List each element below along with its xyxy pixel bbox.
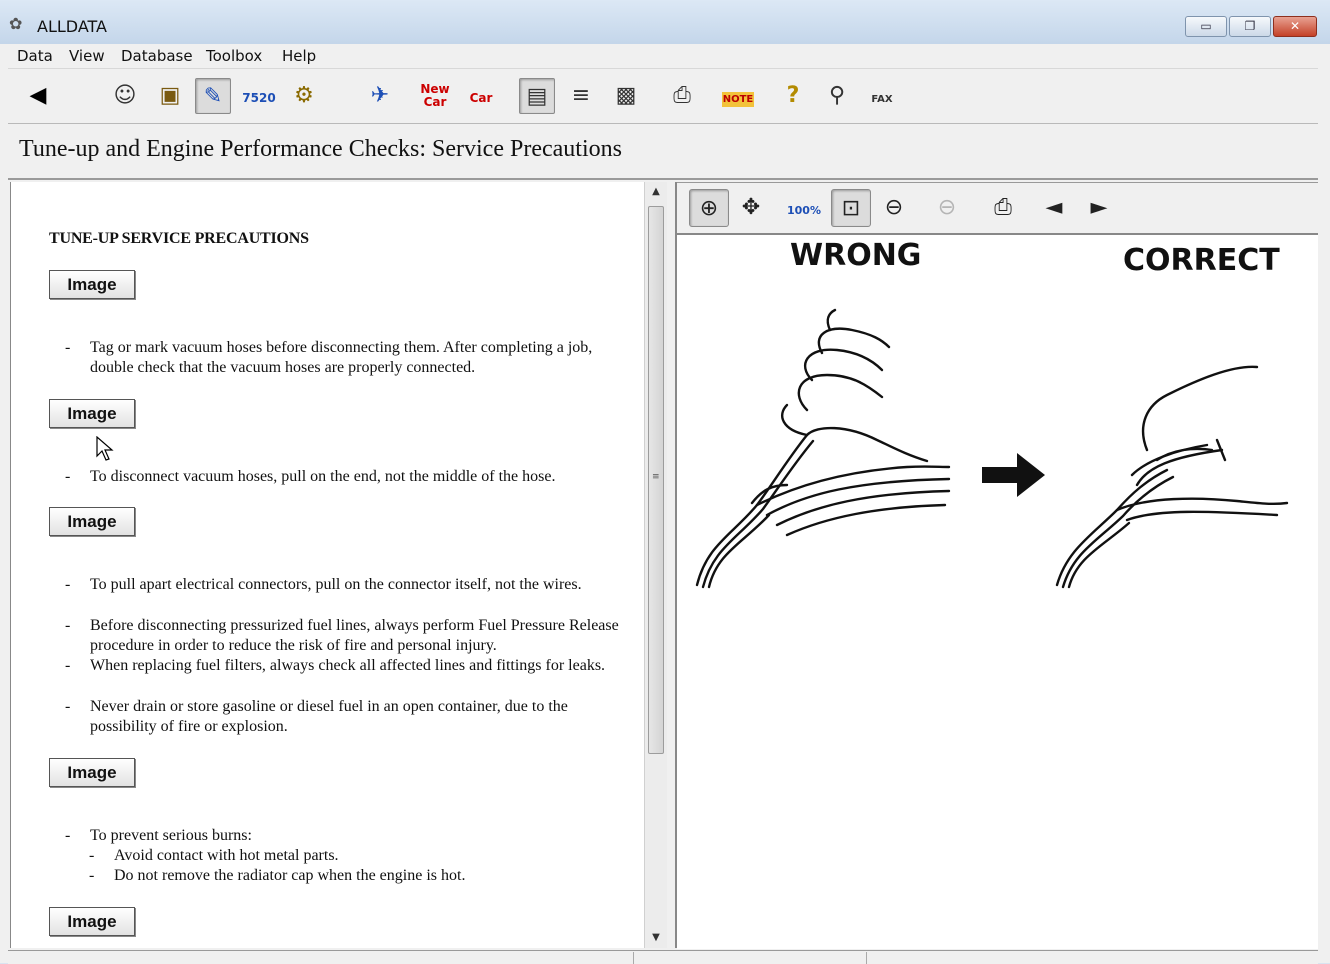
new-car-icon[interactable]: New Car [417, 78, 453, 114]
bullet-dash: - [65, 698, 71, 715]
bullet-dash: - [65, 657, 71, 674]
wrong-label: WRONG [790, 238, 921, 273]
bullet-dash: - [65, 339, 71, 356]
repair-tools-icon[interactable]: ✎ [195, 78, 231, 114]
zoom-width-icon[interactable]: ⊖ [874, 189, 914, 227]
bullet-text: Tag or mark vacuum hoses before disconne… [90, 339, 593, 376]
notes-icon[interactable]: NOTE [720, 78, 756, 114]
close-button[interactable]: ✕ [1273, 16, 1317, 37]
bullet-text: Never drain or store gasoline or diesel … [90, 698, 568, 735]
scroll-up-icon[interactable]: ▲ [645, 182, 667, 202]
image-viewer-toolbar: ⊕ ✥ 100% ⊡ ⊖ ⊖ ⎙ ◄ ► [677, 183, 1318, 235]
zoom-100-label: 100% [787, 204, 821, 217]
status-separator [633, 952, 634, 964]
bullet-text: To pull apart electrical connectors, pul… [90, 576, 582, 593]
text-view-icon[interactable]: ≡ [563, 78, 599, 114]
bullet-dash: - [65, 468, 71, 485]
zoom-in-icon[interactable]: ⊕ [689, 189, 729, 227]
sub-bullet-dash: - [89, 847, 95, 864]
print-image-icon[interactable]: ⎙ [983, 189, 1023, 227]
menu-help[interactable]: Help [282, 47, 316, 65]
specifications-icon[interactable]: ⚙ [286, 78, 322, 114]
help-icon[interactable]: ? [775, 78, 811, 114]
previous-car-label: Car [469, 91, 493, 105]
arrow-icon [982, 453, 1045, 497]
zoom-out-icon[interactable]: ⊖ [927, 189, 967, 227]
print-icon[interactable]: ⎙ [664, 78, 700, 114]
sub-bullet-text: Avoid contact with hot metal parts. [114, 847, 339, 864]
title-bar: ✿ ALLDATA ▭ ❐ ✕ [0, 0, 1330, 44]
tsb-icon[interactable]: 7520 [241, 78, 277, 114]
minimize-button[interactable]: ▭ [1185, 16, 1227, 37]
bullet-text: To prevent serious burns: [90, 827, 252, 844]
next-image-icon[interactable]: ► [1079, 189, 1119, 227]
pane-splitter[interactable] [667, 182, 677, 948]
menu-toolbox[interactable]: Toolbox [206, 47, 262, 65]
vehicle-info-icon[interactable]: ☺ [107, 78, 143, 114]
image-button-3[interactable]: Image [49, 507, 135, 536]
scroll-thumb[interactable]: ≡ [648, 206, 664, 754]
image-button-1[interactable]: Image [49, 270, 135, 299]
zoom-fit-icon[interactable]: ⊡ [831, 189, 871, 227]
bullet-dash: - [65, 827, 71, 844]
find-icon[interactable]: ⚲ [819, 78, 855, 114]
previous-car-icon[interactable]: Car [463, 78, 499, 114]
main-toolbar: ◀ ☺ ▣ ✎ 7520 ⚙ ✈ New Car Car ▤ ≡ ▩ ⎙ NOT… [8, 69, 1318, 124]
window-title: ALLDATA [37, 17, 107, 36]
back-icon[interactable]: ◀ [20, 78, 56, 114]
menu-data[interactable]: Data [17, 47, 53, 65]
page-title: Tune-up and Engine Performance Checks: S… [19, 136, 622, 162]
maximize-button[interactable]: ❐ [1229, 16, 1271, 37]
scroll-down-icon[interactable]: ▼ [645, 928, 667, 948]
scroll-grip-icon: ≡ [652, 472, 660, 482]
component-locations-icon[interactable]: ▣ [152, 78, 188, 114]
tsb-label: 7520 [242, 91, 276, 105]
menu-view[interactable]: View [69, 47, 105, 65]
section-heading: TUNE-UP SERVICE PRECAUTIONS [49, 230, 309, 247]
hose-disconnect-illustration: WRONG CORRECT [695, 238, 1289, 589]
fax-icon[interactable]: FAX [864, 78, 900, 114]
status-bar [8, 950, 1318, 964]
menu-database[interactable]: Database [121, 47, 193, 65]
labor-icon[interactable]: ✈ [362, 78, 398, 114]
image-button-5[interactable]: Image [49, 907, 135, 936]
mouse-cursor-icon [96, 436, 114, 461]
split-view-icon[interactable]: ▤ [519, 78, 555, 114]
wrong-hand-drawing [695, 308, 951, 589]
bullet-text: When replacing fuel filters, always chec… [90, 657, 606, 674]
document-scrollbar[interactable]: ▲ ≡ ▼ [644, 182, 667, 948]
correct-hand-drawing [1055, 365, 1289, 589]
alldata-window: ✿ ALLDATA ▭ ❐ ✕ Data View Database Toolb… [0, 0, 1330, 964]
image-viewer-pane: ⊕ ✥ 100% ⊡ ⊖ ⊖ ⎙ ◄ ► WRONG CORRECT [677, 182, 1318, 949]
status-separator [866, 952, 867, 964]
bullet-text: Before disconnecting pressurized fuel li… [90, 617, 619, 654]
previous-image-icon[interactable]: ◄ [1034, 189, 1074, 227]
new-car-label: New Car [420, 82, 450, 109]
sub-bullet-dash: - [89, 867, 95, 884]
image-button-4[interactable]: Image [49, 758, 135, 787]
alldata-logo-icon: ✿ [9, 14, 23, 33]
sub-bullet-text: Do not remove the radiator cap when the … [114, 867, 466, 884]
image-view-icon[interactable]: ▩ [608, 78, 644, 114]
menu-bar: Data View Database Toolbox Help [8, 44, 1318, 69]
pan-icon[interactable]: ✥ [731, 189, 771, 227]
bullet-text: To disconnect vacuum hoses, pull on the … [90, 468, 556, 485]
bullet-dash: - [65, 576, 71, 593]
article-heading-bar: Tune-up and Engine Performance Checks: S… [8, 124, 1318, 180]
image-button-2[interactable]: Image [49, 399, 135, 428]
bullet-dash: - [65, 617, 71, 634]
correct-label: CORRECT [1123, 243, 1280, 278]
fax-label: FAX [871, 94, 893, 105]
notes-label: NOTE [721, 92, 755, 107]
document-pane: TUNE-UP SERVICE PRECAUTIONS Image - Tag … [10, 182, 645, 948]
zoom-100-icon[interactable]: 100% [784, 189, 824, 227]
